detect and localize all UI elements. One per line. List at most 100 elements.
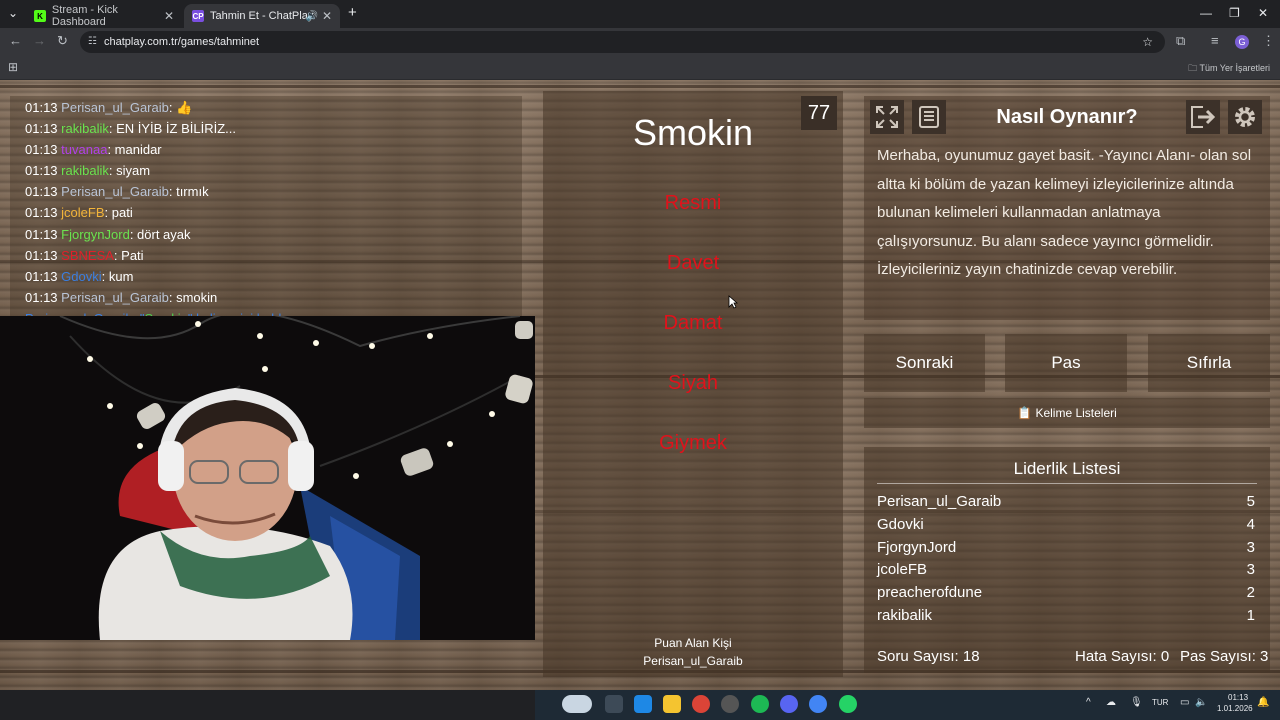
fullscreen-button[interactable] — [870, 100, 904, 134]
message-text: : 👍 — [168, 100, 193, 115]
media-control-icon[interactable]: ≡ — [1211, 33, 1219, 48]
profile-avatar[interactable]: G — [1235, 35, 1249, 49]
message-user[interactable]: tuvanaa — [61, 142, 107, 157]
tab-search-icon[interactable]: ⌄ — [8, 6, 18, 20]
microphone-icon[interactable]: 🎙 — [1130, 697, 1143, 708]
message-user[interactable]: FjorgynJord — [61, 227, 130, 242]
back-icon[interactable]: ← — [9, 33, 22, 48]
chrome-icon[interactable] — [692, 695, 710, 713]
scorer-label: Puan Alan Kişi — [654, 636, 732, 650]
message-time: 01:13 — [25, 100, 58, 115]
gear-icon — [1235, 107, 1255, 127]
task-view-icon[interactable] — [605, 695, 623, 713]
weather-icon[interactable] — [562, 695, 592, 713]
next-button[interactable]: Sonraki — [864, 334, 985, 392]
app-icon[interactable] — [721, 695, 739, 713]
minimize-icon[interactable]: — — [1200, 6, 1212, 20]
message-time: 01:13 — [25, 269, 58, 284]
chat-message: 01:13 Perisan_ul_Garaib: tırmık — [25, 184, 209, 199]
bookmark-star-icon[interactable]: ☆ — [1142, 31, 1153, 53]
reload-icon[interactable]: ↻ — [57, 33, 68, 49]
message-text: : Pati — [113, 248, 144, 263]
message-text: : tırmık — [168, 184, 209, 199]
message-user[interactable]: rakibalik — [61, 121, 109, 136]
chat-message: 01:13 Perisan_ul_Garaib: 👍 — [25, 100, 192, 116]
clock-date[interactable]: 1.01.2026 — [1217, 704, 1253, 713]
settings-button[interactable] — [1228, 100, 1262, 134]
restore-icon[interactable]: ❐ — [1229, 6, 1240, 20]
player-name: FjorgynJord — [877, 539, 957, 556]
question-count: Soru Sayısı: 18 — [877, 648, 980, 665]
leaderboard-title: Liderlik Listesi — [1013, 459, 1121, 478]
extensions-icon[interactable]: ⧉ — [1176, 33, 1185, 49]
player-score: 3 — [1246, 561, 1255, 578]
news-button[interactable] — [912, 100, 946, 134]
address-bar[interactable]: ☷ chatplay.com.tr/games/tahminet ☆ — [80, 31, 1165, 53]
tab-chatplay[interactable]: CP Tahmin Et - ChatPlay 🔊 ✕ — [184, 4, 340, 28]
player-name: rakibalik — [877, 607, 933, 624]
close-icon[interactable]: ✕ — [322, 9, 332, 23]
pass-count: Pas Sayısı: 3 — [1180, 648, 1269, 665]
howto-text: Merhaba, oyunumuz gayet basit. -Yayıncı … — [877, 147, 1252, 278]
tab-title: Tahmin Et - ChatPlay — [210, 10, 314, 22]
browser-tab-bar: ⌄ K Stream - Kick Dashboard ✕ CP Tahmin … — [0, 0, 1280, 28]
file-explorer-icon[interactable] — [663, 695, 681, 713]
message-time: 01:13 — [25, 184, 58, 199]
notification-icon[interactable]: 🔔 — [1257, 697, 1269, 708]
spotify-icon[interactable] — [751, 695, 769, 713]
volume-icon[interactable]: 🔈 — [1195, 697, 1207, 708]
bookmarks-bar — [0, 56, 1280, 80]
chat-message: 01:13 SBNESA: Pati — [25, 248, 144, 263]
message-time: 01:13 — [25, 121, 58, 136]
tab-title: Stream - Kick Dashboard — [51, 4, 118, 28]
exit-button[interactable] — [1186, 100, 1220, 134]
forward-icon[interactable]: → — [33, 33, 46, 48]
all-bookmarks[interactable]: 🗀 Tüm Yer İşaretleri — [1188, 61, 1270, 77]
apps-grid-icon[interactable]: ⊞ — [8, 60, 18, 74]
whatsapp-icon[interactable] — [839, 695, 857, 713]
store-icon[interactable] — [634, 695, 652, 713]
chat-message: 01:13 rakibalik: EN İYİB İZ BİLİRİZ... — [25, 121, 236, 136]
menu-icon[interactable]: ⋮ — [1262, 33, 1275, 49]
error-count: Hata Sayısı: 0 — [1075, 648, 1170, 665]
site-info-icon[interactable]: ☷ — [88, 31, 97, 53]
pass-button[interactable]: Pas — [1005, 334, 1127, 392]
network-icon[interactable]: ▭ — [1180, 697, 1189, 708]
tray-expand-icon[interactable]: ^ — [1086, 697, 1091, 708]
tab-kick-dashboard[interactable]: K Stream - Kick Dashboard ✕ — [26, 4, 182, 28]
discord-icon[interactable] — [780, 695, 798, 713]
chatplay-icon: CP — [192, 10, 204, 22]
all-bookmarks-label: Tüm Yer İşaretleri — [1199, 63, 1270, 73]
window-close-icon[interactable]: ✕ — [1258, 6, 1268, 20]
player-score: 4 — [1246, 516, 1255, 533]
chat-message: 01:13 rakibalik: siyam — [25, 163, 150, 178]
message-user[interactable]: Perisan_ul_Garaib — [61, 184, 169, 199]
reset-button[interactable]: Sıfırla — [1148, 334, 1270, 392]
message-user[interactable]: jcoleFB — [61, 205, 104, 220]
folder-icon: 🗀 — [1188, 63, 1198, 73]
message-user[interactable]: Perisan_ul_Garaib — [61, 100, 169, 115]
howto-title: Nasıl Oynanır? — [996, 106, 1138, 128]
message-user[interactable]: rakibalik — [61, 163, 109, 178]
player-score: 1 — [1246, 607, 1255, 624]
language-indicator[interactable]: TUR — [1152, 698, 1168, 707]
message-user[interactable]: Perisan_ul_Garaib — [61, 290, 169, 305]
chat-message: 01:13 Perisan_ul_Garaib: smokin — [25, 290, 217, 305]
message-user[interactable]: Gdovki — [61, 269, 101, 284]
message-text: : siyam — [108, 163, 151, 178]
close-icon[interactable]: ✕ — [164, 9, 174, 23]
cloud-icon[interactable]: ☁ — [1106, 697, 1116, 708]
word-lists-button[interactable]: 📋 Kelime Listeleri — [864, 398, 1270, 428]
chrome-profile-icon[interactable] — [809, 695, 827, 713]
message-user[interactable]: SBNESA — [61, 248, 114, 263]
message-text: : kum — [101, 269, 134, 284]
forbidden-word: Resmi — [664, 192, 722, 214]
clock-time[interactable]: 01:13 — [1228, 693, 1248, 702]
chat-message: 01:13 Gdovki: kum — [25, 269, 133, 284]
player-name: Perisan_ul_Garaib — [877, 493, 1002, 510]
speaker-icon[interactable]: 🔊 — [306, 11, 318, 22]
player-name: Gdovki — [877, 516, 924, 533]
player-score: 5 — [1246, 493, 1255, 510]
new-tab-icon[interactable]: + — [348, 4, 357, 21]
webcam-image — [0, 316, 535, 640]
